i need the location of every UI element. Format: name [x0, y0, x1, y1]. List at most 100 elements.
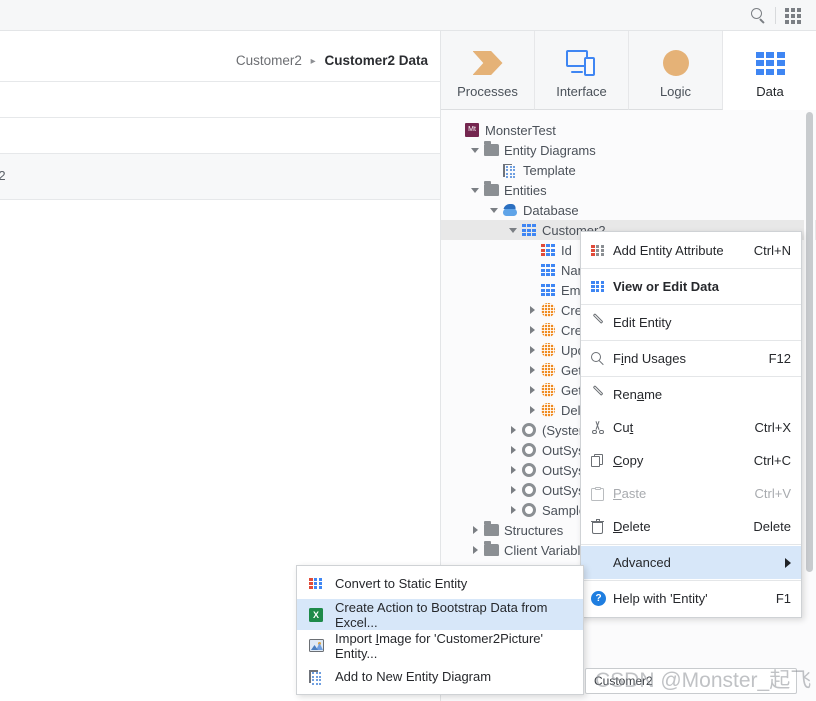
chevron-right-icon[interactable] [472, 526, 478, 534]
chevron-down-icon[interactable] [471, 147, 479, 153]
submenu-item-label: Import Image for 'Customer2Picture' Enti… [335, 630, 544, 661]
tab-interface[interactable]: Interface [535, 31, 629, 110]
search-button[interactable] [741, 0, 775, 31]
tree-twisty[interactable] [525, 320, 539, 340]
tree-twisty[interactable] [525, 380, 539, 400]
tree-twisty[interactable] [525, 300, 539, 320]
action-icon [539, 400, 557, 420]
chevron-right-icon[interactable] [472, 546, 478, 554]
tree-twisty[interactable] [468, 180, 482, 200]
tab-data[interactable]: Data [723, 31, 816, 110]
submenu-item-import-image-for-customer2picture-entity[interactable]: Import Image for 'Customer2Picture' Enti… [297, 630, 583, 661]
tab-logic[interactable]: Logic [629, 31, 723, 110]
chevron-down-icon[interactable] [490, 207, 498, 213]
chevron-down-icon[interactable] [471, 187, 479, 193]
menu-separator [581, 544, 801, 545]
tree-twisty[interactable] [506, 460, 520, 480]
tree-twisty[interactable] [468, 520, 482, 540]
menu-item-delete[interactable]: Delete Delete [581, 510, 801, 543]
tree-twisty[interactable] [525, 360, 539, 380]
app-icon: Mt [463, 120, 481, 140]
menu-item-paste[interactable]: Paste Ctrl+V [581, 477, 801, 510]
submenu-item-create-action-to-bootstrap-data-from-excel[interactable]: X Create Action to Bootstrap Data from Ex… [297, 599, 583, 630]
tree-twisty[interactable] [506, 420, 520, 440]
tree-twisty[interactable] [506, 500, 520, 520]
chevron-right-icon[interactable] [529, 406, 535, 414]
chevron-right-icon[interactable] [529, 306, 535, 314]
tree-twisty[interactable] [487, 160, 501, 180]
tree-item-label: Entities [504, 182, 547, 198]
tree-item[interactable]: Entity Diagrams [441, 140, 816, 160]
tree-item[interactable]: Entities [441, 180, 816, 200]
submenu-item-convert-to-static-entity[interactable]: Convert to Static Entity [297, 568, 583, 599]
chevron-right-icon[interactable] [529, 366, 535, 374]
tree-twisty[interactable] [506, 220, 520, 240]
chevron-right-icon[interactable] [510, 486, 516, 494]
chevron-right-icon[interactable] [510, 426, 516, 434]
menu-item-help-with-entity[interactable]: ? Help with 'Entity' F1 [581, 582, 801, 615]
tree-twisty[interactable] [487, 200, 501, 220]
tree-item[interactable]: Mt MonsterTest [441, 120, 816, 140]
breadcrumb-row: Customer2 ▸ Customer2 Data [0, 31, 440, 82]
image-icon [309, 639, 335, 652]
scissors-icon [591, 420, 613, 435]
menu-item-add-entity-attribute[interactable]: Add Entity Attribute Ctrl+N [581, 234, 801, 267]
app-grid-button[interactable] [776, 0, 810, 31]
editor-band-label-row: mer2 [0, 154, 440, 200]
chevron-right-icon[interactable] [529, 386, 535, 394]
menu-separator [581, 340, 801, 341]
entity-attr-icon [539, 280, 557, 300]
tree-twisty[interactable] [525, 340, 539, 360]
action-icon [539, 320, 557, 340]
menu-item-edit-entity[interactable]: Edit Entity [581, 306, 801, 339]
tree-twisty[interactable] [525, 260, 539, 280]
data-icon [755, 44, 785, 82]
tree-item[interactable]: Template [441, 160, 816, 180]
tree-twisty[interactable] [506, 440, 520, 460]
chevron-right-icon[interactable] [529, 326, 535, 334]
menu-item-cut[interactable]: Cut Ctrl+X [581, 411, 801, 444]
chevron-down-icon[interactable] [509, 227, 517, 233]
menu-item-find-usages[interactable]: Find Usages F12 [581, 342, 801, 375]
menu-item-rename[interactable]: Rename [581, 378, 801, 411]
tab-processes[interactable]: Processes [441, 31, 535, 110]
tree-twisty[interactable] [468, 540, 482, 560]
menu-item-shortcut: Ctrl+V [754, 486, 791, 501]
entity-attr-icon [591, 244, 613, 257]
chevron-right-icon[interactable] [529, 346, 535, 354]
help-icon: ? [591, 591, 613, 606]
tree-twisty[interactable] [525, 280, 539, 300]
menu-item-label: Cut [613, 420, 634, 435]
menu-item-shortcut: F12 [768, 351, 791, 366]
submenu-item-add-to-new-entity-diagram[interactable]: Add to New Entity Diagram [297, 661, 583, 692]
entity-context-menu[interactable]: Add Entity Attribute Ctrl+N View or Edit D… [580, 231, 802, 618]
static-entity-icon [309, 577, 335, 590]
tree-twisty[interactable] [525, 240, 539, 260]
chevron-right-icon[interactable] [510, 506, 516, 514]
chevron-right-icon[interactable] [510, 446, 516, 454]
tree-twisty[interactable] [525, 400, 539, 420]
reference-icon [520, 460, 538, 480]
chevron-right-icon[interactable] [510, 466, 516, 474]
menu-item-copy[interactable]: Copy Ctrl+C [581, 444, 801, 477]
submenu-item-label: Create Action to Bootstrap Data from Exc… [335, 599, 548, 630]
advanced-submenu[interactable]: Convert to Static Entity X Create Action t… [296, 565, 584, 695]
menu-item-view-or-edit-data[interactable]: View or Edit Data [581, 270, 801, 303]
menu-item-advanced[interactable]: Advanced [581, 546, 801, 579]
menu-item-label: Rename [613, 387, 663, 402]
submenu-item-label: Add to New Entity Diagram [335, 669, 492, 684]
tree-scrollbar-thumb[interactable] [806, 112, 813, 572]
tree-twisty[interactable] [506, 480, 520, 500]
tree-scrollbar[interactable] [804, 110, 815, 701]
breadcrumb-parent[interactable]: Customer2 [236, 53, 302, 68]
tree-item[interactable]: Database [441, 200, 816, 220]
menu-item-label: Add Entity Attribute [613, 243, 724, 258]
tab-logic-label: Logic [659, 84, 692, 99]
entity-name-box[interactable]: Customer2 [585, 668, 797, 694]
tree-twisty[interactable] [449, 120, 463, 140]
top-toolbar-actions [741, 0, 810, 31]
tree-twisty[interactable] [468, 140, 482, 160]
menu-item-shortcut: Ctrl+X [754, 420, 791, 435]
folder-icon [482, 540, 500, 560]
excel-icon: X [309, 607, 335, 622]
